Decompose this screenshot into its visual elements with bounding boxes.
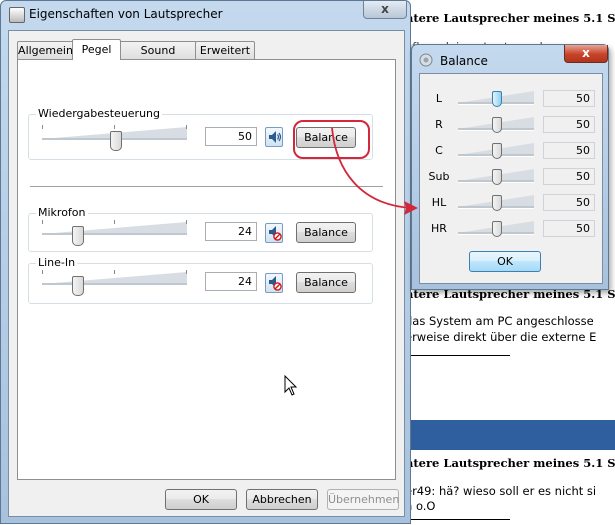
playback-slider-thumb[interactable]	[109, 131, 122, 151]
tab-sound-blaster[interactable]: Sound Blaster	[119, 41, 197, 74]
pegel-tab-panel: Wiedergabesteuerung 50 Balance Mikrofon …	[17, 59, 396, 480]
slider-tick	[114, 270, 115, 274]
line-in-slider-line	[42, 283, 187, 286]
close-button[interactable]: x	[363, 1, 407, 19]
playback-level-input[interactable]: 50	[205, 127, 257, 146]
slider-tick	[114, 125, 115, 129]
forum-post-heading[interactable]: ntere Lautsprecher meines 5.1 S	[405, 456, 615, 470]
group-label-line-in: Line-In	[36, 256, 78, 269]
ok-button[interactable]: OK	[165, 489, 237, 510]
microphone-balance-button[interactable]: Balance	[296, 222, 356, 243]
balance-dialog: Balance x L 50 R 50 C 50 Sub 50 HL 50 HR 50 OK	[411, 44, 609, 290]
tab-pegel[interactable]: Pegel	[72, 39, 121, 60]
channel-value-c: 50	[543, 142, 595, 159]
group-microphone: Mikrofon 24 Balance	[28, 206, 373, 252]
playback-mute-button[interactable]	[265, 127, 283, 147]
balance-client-area: L 50 R 50 C 50 Sub 50 HL 50 HR 50 OK	[419, 73, 603, 284]
group-line-in: Line-In 24 Balance	[28, 256, 373, 304]
balance-dialog-icon	[419, 53, 433, 67]
channel-slider-thumb-r[interactable]	[492, 117, 502, 133]
forum-post-text: das System am PC angeschlosse	[405, 314, 594, 328]
speaker-muted-icon	[269, 276, 282, 291]
slider-tick	[186, 270, 187, 274]
dialog-client-area: Allgemein Pegel Sound Blaster Erweitert …	[8, 30, 405, 517]
channel-slider-thumb-hl[interactable]	[492, 195, 502, 211]
forum-separator	[405, 355, 510, 356]
channel-value-hl: 50	[543, 194, 595, 211]
channel-value-r: 50	[543, 116, 595, 133]
slider-tick	[42, 220, 43, 224]
balance-ok-button[interactable]: OK	[469, 251, 541, 272]
speaker-properties-dialog: Eigenschaften von Lautsprecher x Allgeme…	[0, 0, 411, 524]
group-label-microphone: Mikrofon	[36, 206, 88, 219]
cancel-button[interactable]: Abbrechen	[246, 489, 318, 510]
channel-value-l: 50	[543, 90, 595, 107]
forum-post-text: er49: hä? wieso soll er es nicht si	[405, 484, 597, 498]
microphone-slider-line	[42, 233, 187, 236]
slider-tick	[114, 220, 115, 224]
channel-slider-thumb-sub[interactable]	[492, 169, 502, 185]
balance-dialog-title: Balance	[440, 54, 488, 68]
channel-label-c: C	[435, 144, 443, 157]
speaker-muted-icon	[269, 226, 282, 241]
section-divider	[30, 186, 383, 188]
speaker-properties-icon	[9, 7, 25, 23]
channel-label-hl: HL	[431, 196, 447, 209]
forum-separator	[405, 519, 510, 520]
channel-label-hr: HR	[431, 222, 447, 235]
balance-close-button[interactable]: x	[564, 45, 608, 63]
line-in-slider-thumb[interactable]	[71, 276, 84, 296]
channel-label-r: R	[435, 118, 443, 131]
channel-value-sub: 50	[543, 168, 595, 185]
microphone-level-input[interactable]: 24	[205, 222, 257, 241]
apply-button[interactable]: Übernehmen	[327, 489, 399, 510]
line-in-balance-button[interactable]: Balance	[296, 272, 356, 293]
slider-tick	[42, 125, 43, 129]
tab-erweitert[interactable]: Erweitert	[195, 41, 255, 59]
microphone-slider-thumb[interactable]	[71, 226, 84, 246]
channel-slider-thumb-l[interactable]	[492, 91, 502, 107]
slider-tick	[186, 220, 187, 224]
dialog-title: Eigenschaften von Lautsprecher	[29, 7, 223, 21]
forum-post-heading[interactable]: ntere Lautsprecher meines 5.1 S	[405, 11, 615, 25]
channel-slider-thumb-c[interactable]	[492, 143, 502, 159]
line-in-level-input[interactable]: 24	[205, 272, 257, 291]
mouse-cursor-icon	[284, 375, 298, 396]
channel-label-l: L	[435, 92, 443, 105]
channel-slider-thumb-hr[interactable]	[492, 221, 502, 237]
channel-label-sub: Sub	[428, 170, 450, 183]
forum-post-text: erweise direkt über die externe E	[405, 330, 597, 344]
channel-value-hr: 50	[543, 220, 595, 237]
slider-tick	[186, 125, 187, 129]
group-label-playback: Wiedergabesteuerung	[36, 107, 163, 120]
line-in-mute-button[interactable]	[265, 273, 283, 293]
balance-button-highlight	[293, 120, 370, 159]
speaker-icon	[269, 131, 282, 143]
forum-header-band	[405, 420, 615, 450]
microphone-mute-button[interactable]	[265, 223, 283, 243]
slider-tick	[42, 270, 43, 274]
tab-allgemein[interactable]: Allgemein	[17, 41, 74, 59]
